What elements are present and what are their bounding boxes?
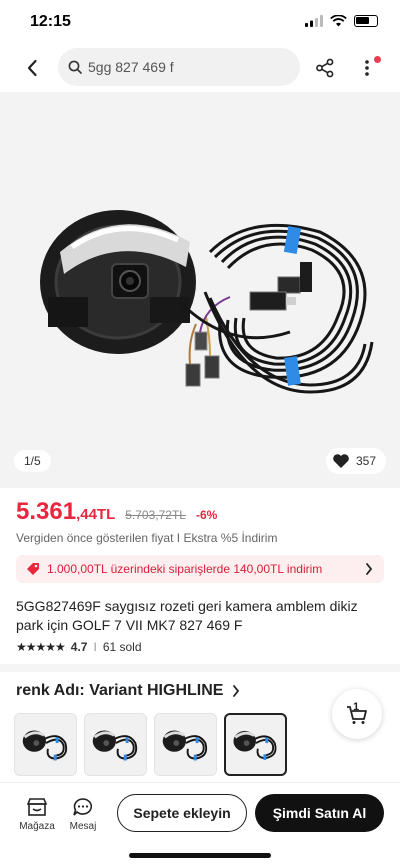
add-to-cart-button[interactable]: Sepete ekleyin: [117, 794, 247, 832]
wifi-icon: [330, 15, 347, 27]
message-icon: [73, 798, 93, 816]
rating-stars: ★★★★★: [16, 640, 66, 654]
variant-thumbnail[interactable]: [224, 713, 287, 776]
product-gallery[interactable]: 1/5 357: [0, 92, 400, 488]
chevron-right-icon: [366, 563, 373, 575]
current-price: 5.361,44TL: [16, 498, 115, 526]
section-divider: [0, 664, 400, 672]
status-icons: [305, 15, 378, 27]
price-note: Vergiden önce gösterilen fiyat I Ekstra …: [16, 531, 278, 545]
rating-row[interactable]: ★★★★★ 4.7 I 61 sold: [16, 640, 142, 654]
cart-button[interactable]: 1: [332, 689, 382, 739]
old-price: 5.703,72TL: [125, 508, 186, 522]
chevron-right-icon: [233, 685, 240, 697]
variant-selector[interactable]: renk Adı: Variant HIGHLINE: [16, 682, 241, 700]
store-button[interactable]: Mağaza: [15, 797, 59, 832]
variant-thumbnail-image: [162, 730, 208, 761]
sold-count: 61 sold: [102, 640, 142, 654]
share-button[interactable]: [311, 54, 339, 82]
header: 5gg 827 469 f: [0, 44, 400, 92]
variant-thumbnail[interactable]: [154, 713, 217, 776]
more-vertical-icon: [365, 60, 369, 76]
image-counter: 1/5: [14, 450, 51, 472]
status-time: 12:15: [30, 13, 71, 30]
more-options-button[interactable]: [353, 54, 381, 82]
variant-label: renk Adı: Variant HIGHLINE: [16, 682, 224, 699]
search-query: 5gg 827 469 f: [88, 59, 174, 75]
price-row: 5.361,44TL 5.703,72TL -6%: [16, 498, 217, 526]
coupon-text: 1.000,00TL üzerindeki siparişlerde 140,0…: [47, 562, 323, 576]
variant-thumbnail[interactable]: [14, 713, 77, 776]
battery-icon: [354, 15, 378, 27]
search-icon: [68, 60, 82, 74]
favorite-button[interactable]: 357: [325, 448, 386, 474]
rating-separator: I: [93, 640, 97, 654]
bottom-bar: Mağaza Mesaj Sepete ekleyin Şimdi Satın …: [0, 782, 400, 864]
status-bar: 12:15: [0, 0, 400, 44]
variant-thumbnail-image: [92, 730, 138, 761]
variant-thumbnail[interactable]: [84, 713, 147, 776]
variant-thumbnail-image: [233, 730, 277, 760]
product-image: [40, 210, 374, 394]
search-input[interactable]: 5gg 827 469 f: [58, 48, 300, 86]
message-button[interactable]: Mesaj: [61, 797, 105, 832]
discount-badge: -6%: [195, 508, 218, 522]
store-label: Mağaza: [19, 821, 55, 832]
buy-now-button[interactable]: Şimdi Satın Al: [255, 794, 384, 832]
favorite-count: 357: [355, 454, 376, 468]
price-decimal: ,44TL: [76, 506, 116, 523]
store-icon: [26, 798, 48, 816]
home-indicator: [129, 853, 271, 858]
back-button[interactable]: [18, 54, 46, 82]
rating-value: 4.7: [70, 640, 88, 654]
price-integer: 5.361: [16, 498, 77, 525]
notification-dot: [374, 56, 381, 63]
tag-icon: [27, 563, 39, 575]
message-label: Mesaj: [69, 821, 97, 832]
coupon-banner[interactable]: 1.000,00TL üzerindeki siparişlerde 140,0…: [16, 555, 384, 583]
variant-thumbnails: [14, 713, 287, 776]
variant-thumbnail-image: [22, 730, 68, 761]
cart-count: 1: [353, 701, 360, 713]
product-title: 5GG827469F saygısız rozeti geri kamera a…: [16, 598, 358, 633]
heart-icon: [333, 454, 349, 468]
chevron-left-icon: [27, 59, 37, 77]
signal-icon: [305, 15, 323, 27]
share-icon: [316, 58, 334, 78]
